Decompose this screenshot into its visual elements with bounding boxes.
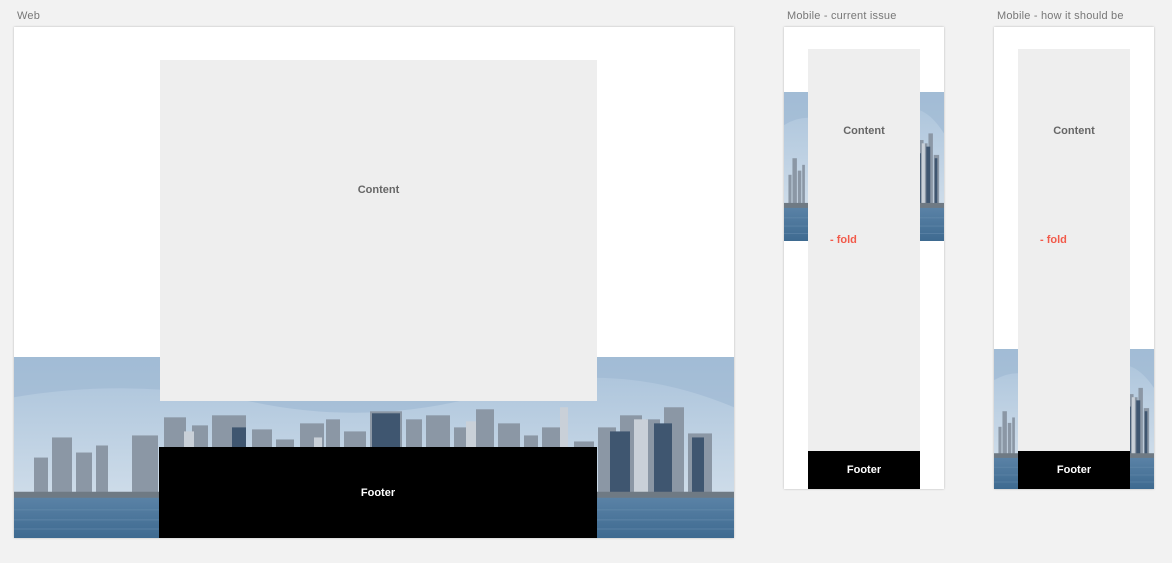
- footer-block: Footer: [159, 447, 597, 538]
- content-block: Content - fold: [1018, 49, 1130, 451]
- content-block: Content: [160, 60, 597, 401]
- content-label: Content: [843, 125, 885, 137]
- footer-label: Footer: [1056, 464, 1092, 476]
- footer-block: Footer: [1018, 451, 1130, 489]
- content-label: Content: [357, 184, 400, 196]
- artboard-mobile-current: Content - fold Footer: [784, 27, 944, 489]
- artboard-label-mobile-current: Mobile - current issue: [787, 10, 897, 22]
- artboard-mobile-expected: Content - fold Footer: [994, 27, 1154, 489]
- artboard-label-web: Web: [17, 10, 41, 22]
- footer-label: Footer: [360, 486, 396, 499]
- footer-label: Footer: [846, 464, 882, 476]
- content-label: Content: [1053, 125, 1095, 137]
- artboard-web: Content Footer: [14, 27, 734, 538]
- fold-marker: - fold: [830, 234, 857, 246]
- footer-block: Footer: [808, 451, 920, 489]
- content-block: Content - fold: [808, 49, 920, 451]
- fold-marker: - fold: [1040, 234, 1067, 246]
- artboard-label-mobile-expected: Mobile - how it should be: [997, 10, 1124, 22]
